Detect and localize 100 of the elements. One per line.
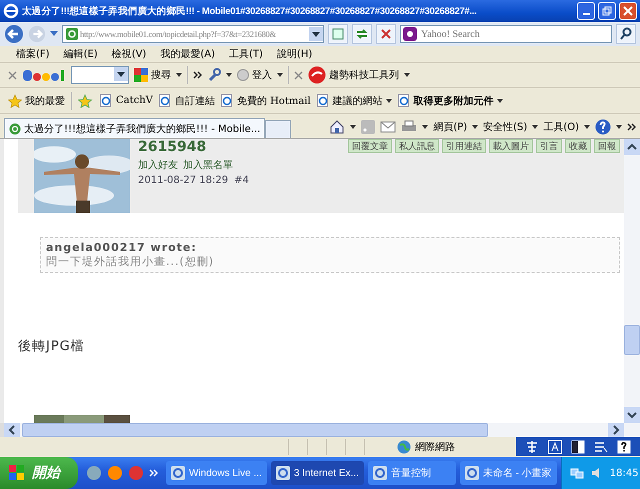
scroll-up-icon[interactable] [624,139,640,155]
close-icon[interactable] [294,70,303,80]
wrench-icon[interactable] [207,68,221,82]
caret-icon[interactable] [584,125,590,129]
input-mode-icon[interactable] [548,440,562,454]
taskbar-button[interactable]: 未命名 - 小畫家 [460,461,557,485]
caret-icon[interactable] [496,98,503,102]
caret-icon[interactable] [176,73,182,77]
tiles-icon [134,68,148,82]
menu-item[interactable]: 檢視(V) [112,47,146,61]
horizontal-scrollbar[interactable] [0,423,640,437]
post-action-button[interactable]: 收藏 [565,139,591,153]
help-icon[interactable] [617,440,632,454]
stop-button[interactable] [376,24,396,44]
search-button[interactable] [616,24,636,44]
page-icon [220,94,234,107]
pad-icon[interactable] [594,440,608,454]
caret-icon[interactable] [386,98,392,102]
ime-icon[interactable] [524,440,539,454]
post-action-button[interactable]: 私人訊息 [395,139,439,153]
minimize-icon [582,13,590,15]
restore-button[interactable] [598,2,616,20]
refresh-button[interactable] [352,24,372,44]
network-icon[interactable] [570,466,584,480]
browser-tab[interactable]: 太過分了!!!想這樣子弄我們廣大的鄉民!!! - Mobile... [4,118,266,138]
chevron-icon[interactable] [627,123,636,131]
search-button[interactable]: 搜尋 [134,68,171,82]
favorite-link[interactable]: CatchV [100,94,153,107]
post-action-button[interactable]: 引言 [536,139,562,153]
scroll-right-icon[interactable] [608,423,624,437]
minimize-button[interactable] [577,2,595,20]
favorite-link[interactable]: 免費的 Hotmail [220,94,311,108]
toolbar-button[interactable]: 趨勢科技工具列 [308,66,399,84]
menu-item[interactable]: 編輯(E) [64,47,98,61]
page-icon [66,28,78,40]
caret-icon[interactable] [226,73,232,77]
menu-item[interactable]: 說明(H) [276,47,312,61]
page-icon [158,94,172,107]
close-button[interactable] [619,2,637,20]
post-number: #4 [234,175,249,186]
page-icon [316,94,330,107]
back-button[interactable] [4,24,24,44]
command-menu[interactable]: 網頁(P) [433,120,468,134]
address-field[interactable]: http://www.mobile01.com/topicdetail.php?f=37&t=2321680& [62,25,324,43]
menu-item[interactable]: 檔案(F) [16,47,50,61]
vertical-scrollbar[interactable] [624,139,640,423]
command-menu[interactable]: 工具(O) [543,120,579,134]
quote-text: 問一下堤外話我用小畫...(恕刪) [46,254,216,269]
post-action-button[interactable]: 載入圖片 [489,139,533,153]
taskbar-button[interactable]: 音量控制 [368,461,456,485]
app-icon [464,466,479,480]
caret-icon[interactable] [532,125,538,129]
taskbar-button[interactable]: 3 Internet Ex... [270,461,364,485]
command-menu[interactable]: 安全性(S) [483,120,528,134]
sign-in-button[interactable]: 登入 [237,68,272,82]
favorite-link[interactable]: 取得更多附加元件 [398,94,503,108]
mail-icon[interactable] [380,121,396,133]
desktop-icon[interactable] [86,465,102,481]
menu-item[interactable]: 我的最愛(A) [160,47,215,61]
post-link[interactable]: 加入好友 [138,158,178,172]
caret-icon[interactable] [350,125,356,129]
caret-icon[interactable] [277,73,283,77]
favorite-link[interactable]: 自訂連結 [158,94,215,108]
dropdown-icon[interactable] [309,27,323,41]
favorite-link[interactable]: 建議的網站 [316,94,392,108]
home-icon[interactable] [329,119,346,135]
scroll-left-icon[interactable] [4,423,20,437]
refresh-icon [355,27,369,41]
print-icon[interactable] [401,120,418,134]
scrollbar-thumb[interactable] [22,423,488,437]
caret-icon[interactable] [404,73,410,77]
post-action-button[interactable]: 回覆文章 [348,139,392,153]
post-action-button[interactable]: 引用連結 [442,139,486,153]
chevron-icon[interactable] [193,71,202,79]
taskbar-button[interactable]: Windows Live ... [166,461,267,485]
caret-icon[interactable] [422,125,428,129]
clock: 18:45 [610,468,639,478]
favorites-button[interactable]: 我的最愛 [8,94,65,108]
caret-icon[interactable] [472,125,478,129]
scrollbar-thumb[interactable] [624,325,640,355]
page-icon [331,27,345,41]
page-icon [9,122,21,134]
app-icon [276,466,290,480]
post-text: 後轉JPG檔 [18,338,86,355]
caret-icon[interactable] [616,125,622,129]
menu-item[interactable]: 工具(T) [229,47,263,61]
logo-icon [22,67,66,83]
stop-icon [380,28,392,40]
search-field[interactable]: Yahoo! Search [400,25,612,43]
post-action-button[interactable]: 回報 [594,139,620,153]
circle-icon [237,69,249,81]
scroll-down-icon[interactable] [624,407,640,423]
media-player-icon[interactable] [107,465,123,481]
dropdown-icon[interactable] [114,67,128,81]
close-icon[interactable] [8,70,17,80]
post-link[interactable]: 加入黑名單 [183,158,233,172]
help-icon[interactable] [595,119,611,135]
post-timestamp: 2011-08-27 18:29 [138,175,228,186]
half-width-icon[interactable] [570,440,585,454]
compatibility-button[interactable] [328,24,348,44]
